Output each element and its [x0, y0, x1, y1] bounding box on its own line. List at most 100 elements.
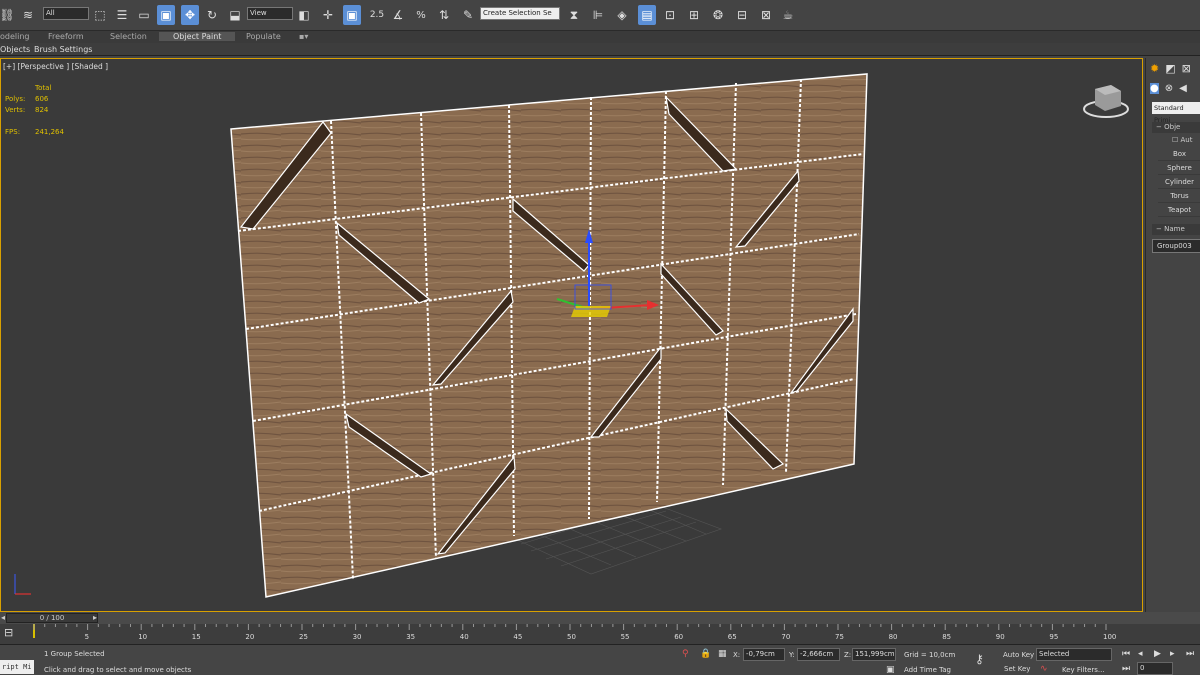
slider-next-icon[interactable]: ▸: [93, 613, 97, 622]
select-move-icon[interactable]: ✥: [181, 5, 199, 25]
name-color-rollout-title: Name: [1164, 225, 1185, 233]
set-key-button[interactable]: Set Key: [1004, 665, 1030, 673]
sphere-button[interactable]: Sphere: [1158, 162, 1200, 175]
isolate-toggle-icon[interactable]: ⚲: [682, 649, 689, 659]
main-toolbar: ⛓ ≋ All ⬚ ☰ ▭ ▣ ✥ ↻ ⬓ View ◧ ✛ ▣ 2.5 ∡ %…: [0, 0, 1200, 31]
current-frame-field[interactable]: 0: [1137, 662, 1173, 675]
ruler-label: 50: [567, 633, 576, 641]
curve-editor-icon[interactable]: ⊡: [662, 5, 678, 25]
ruler-label: 80: [888, 633, 898, 641]
select-scale-icon[interactable]: ⬓: [226, 5, 244, 25]
selection-filter-dropdown[interactable]: All: [43, 7, 89, 20]
tiled-wall-object[interactable]: [230, 73, 868, 598]
tab-object-paint[interactable]: Object Paint: [159, 32, 236, 41]
link-icon[interactable]: ⛓: [0, 5, 15, 25]
layer-explorer-icon[interactable]: ◈: [614, 5, 630, 25]
play-icon[interactable]: ▶: [1154, 649, 1161, 659]
modify-tab-icon[interactable]: ◩: [1165, 62, 1175, 75]
rendered-frame-window-icon[interactable]: ⊠: [758, 5, 774, 25]
autogrid-checkbox[interactable]: ☐: [1172, 136, 1178, 144]
schematic-view-icon[interactable]: ⊞: [686, 5, 702, 25]
tab-modeling[interactable]: odeling: [0, 32, 30, 41]
ruler-label: 5: [84, 633, 90, 641]
tab-populate[interactable]: Populate: [246, 32, 281, 41]
ruler-label: 60: [674, 633, 684, 641]
ruler-label: 90: [995, 633, 1005, 641]
subtab-objects[interactable]: Objects: [0, 45, 30, 54]
edit-named-selection-icon[interactable]: ✎: [460, 5, 476, 25]
align-icon[interactable]: ⊫: [590, 5, 606, 25]
selection-set-dropdown[interactable]: Selected: [1036, 648, 1112, 661]
primitive-type-dropdown[interactable]: Standard Primi: [1152, 102, 1200, 124]
selection-status: 1 Group Selected: [44, 650, 105, 658]
snap-toggle-icon[interactable]: 2.5: [367, 5, 387, 25]
torus-button[interactable]: Torus: [1158, 190, 1200, 203]
mirror-icon[interactable]: ⧗: [566, 5, 582, 25]
render-production-icon[interactable]: ☕: [780, 5, 796, 25]
key-filters-button[interactable]: Key Filters...: [1062, 666, 1105, 674]
subtab-brush-settings[interactable]: Brush Settings: [34, 45, 92, 54]
perspective-viewport[interactable]: [+] [Perspective ] [Shaded ] Total Polys…: [0, 58, 1143, 612]
percent-snap-icon[interactable]: %: [412, 5, 430, 25]
z-coordinate-field[interactable]: 151,999cm: [852, 648, 896, 661]
maxscript-listener[interactable]: ript Mi: [0, 660, 34, 674]
next-frame-icon[interactable]: ▸: [1170, 649, 1175, 659]
scene-explorer-icon[interactable]: ▤: [638, 5, 656, 25]
selection-lock-icon[interactable]: 🔒: [700, 649, 711, 659]
prompt-line: Click and drag to select and move object…: [44, 666, 192, 674]
object-name-field[interactable]: Group003: [1152, 239, 1200, 253]
ruler-label: 25: [299, 633, 308, 641]
named-selection-sets-dropdown[interactable]: Create Selection Se: [480, 7, 560, 20]
set-key-icon[interactable]: ⚷: [975, 652, 984, 666]
ruler-label: 45: [513, 633, 523, 641]
add-time-tag[interactable]: Add Time Tag: [904, 666, 951, 674]
tab-freeform[interactable]: Freeform: [48, 32, 84, 41]
x-label: X:: [733, 651, 741, 659]
rect-selection-icon[interactable]: ▭: [136, 5, 152, 25]
default-tangent-icon[interactable]: ∿: [1040, 664, 1048, 674]
previous-frame-icon[interactable]: ◂: [1138, 649, 1143, 659]
bind-spacewarp-icon[interactable]: ≋: [20, 5, 36, 25]
slider-prev-icon[interactable]: ◂: [1, 613, 5, 622]
move-gizmo-icon[interactable]: ✛: [320, 5, 336, 25]
ruler-label: 100: [1103, 633, 1117, 641]
pivot-center-icon[interactable]: ◧: [296, 5, 312, 25]
create-tab-icon[interactable]: ✹: [1150, 62, 1159, 75]
y-coordinate-field[interactable]: -2,666cm: [797, 648, 840, 661]
absolute-mode-icon[interactable]: ▦: [718, 649, 727, 659]
time-tag-icon[interactable]: ▣: [886, 665, 895, 675]
ribbon-tabs: odeling Freeform Selection Object Paint …: [0, 31, 1200, 43]
reference-coordinate-dropdown[interactable]: View: [247, 7, 293, 20]
angle-snap-icon[interactable]: ∡: [390, 5, 406, 25]
z-label: Z:: [844, 651, 852, 659]
select-object-icon[interactable]: ⬚: [92, 5, 108, 25]
lights-icon[interactable]: ◀: [1179, 83, 1187, 94]
geometry-icon[interactable]: ●: [1150, 83, 1159, 94]
viewcube[interactable]: [1083, 85, 1129, 118]
box-button[interactable]: Box: [1158, 148, 1200, 161]
go-to-start-icon[interactable]: ⏮: [1122, 649, 1130, 659]
name-rollout-expand-icon[interactable]: −: [1156, 225, 1162, 233]
shapes-icon[interactable]: ⊗: [1165, 83, 1173, 94]
teapot-button[interactable]: Teapot: [1158, 204, 1200, 217]
track-bar[interactable]: ⊟ 05101520253035404550556065707580859095…: [0, 624, 1200, 644]
x-coordinate-field[interactable]: -0,79cm: [743, 648, 785, 661]
tab-selection[interactable]: Selection: [110, 32, 147, 41]
render-setup-icon[interactable]: ⊟: [734, 5, 750, 25]
status-bar: ript Mi 1 Group Selected Click and drag …: [0, 644, 1200, 675]
spinner-snap-icon[interactable]: ⇅: [436, 5, 452, 25]
cylinder-button[interactable]: Cylinder: [1158, 176, 1200, 189]
keyboard-shortcut-override-icon[interactable]: ▣: [343, 5, 361, 25]
time-slider[interactable]: 0 / 100: [6, 613, 98, 623]
window-crossing-icon[interactable]: ▣: [157, 5, 175, 25]
select-rotate-icon[interactable]: ↻: [204, 5, 220, 25]
select-by-name-icon[interactable]: ☰: [114, 5, 130, 25]
hierarchy-tab-icon[interactable]: ⊠: [1182, 62, 1191, 75]
material-editor-icon[interactable]: ❂: [710, 5, 726, 25]
object-type-rollout-title: Obje: [1164, 123, 1181, 131]
ribbon-options-icon[interactable]: ▪▾: [299, 32, 308, 41]
key-mode-icon[interactable]: ⏭: [1122, 664, 1130, 674]
auto-key-button[interactable]: Auto Key: [1003, 651, 1034, 659]
rollout-expand-icon[interactable]: −: [1156, 123, 1162, 131]
go-to-end-icon[interactable]: ⏭: [1186, 649, 1194, 659]
